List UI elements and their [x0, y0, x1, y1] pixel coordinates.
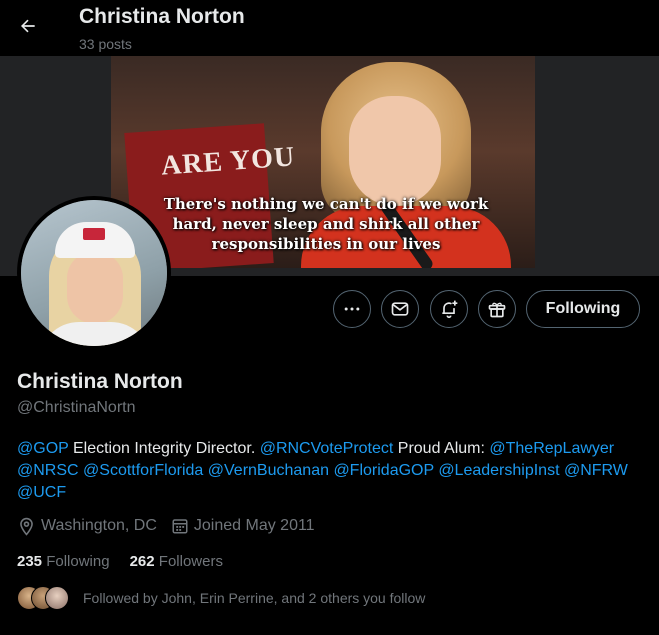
bio-mention[interactable]: @ScottforFlorida — [83, 462, 203, 479]
arrow-left-icon — [21, 19, 35, 33]
more-button[interactable] — [333, 290, 371, 328]
location-pin-icon — [20, 517, 33, 536]
gift-icon — [488, 302, 506, 318]
banner-caption-line: responsibilities in our lives — [211, 235, 441, 253]
following-link[interactable]: 235 Following — [17, 553, 110, 570]
profile-header: Christina Norton 33 posts — [0, 0, 659, 56]
banner-person-face — [349, 96, 441, 206]
notifications-button[interactable] — [430, 290, 468, 328]
followers-label: Followers — [158, 553, 223, 570]
bio-mention[interactable]: @RNCVoteProtect — [260, 440, 394, 457]
profile-avatar[interactable] — [17, 196, 171, 350]
mutual-avatars — [17, 585, 71, 611]
gift-button[interactable] — [478, 290, 516, 328]
bio-text: Election Integrity Director. — [68, 440, 260, 457]
banner-caption: There's nothing we can't do if we work h… — [151, 194, 501, 254]
profile-handle: @ChristinaNortn — [17, 399, 136, 416]
location-item: Washington, DC — [17, 517, 157, 536]
bio-mention[interactable]: @VernBuchanan — [208, 462, 329, 479]
avatar-face — [67, 252, 123, 324]
following-button[interactable]: Following — [526, 290, 640, 328]
profile-meta: Washington, DC Joined May 2011 — [17, 515, 329, 537]
following-label: Following — [46, 553, 110, 570]
location-text: Washington, DC — [41, 517, 157, 534]
followers-you-know[interactable]: Followed by John, Erin Perrine, and 2 ot… — [17, 585, 425, 611]
calendar-icon — [172, 519, 188, 534]
message-button[interactable] — [381, 290, 419, 328]
bio-mention[interactable]: @UCF — [17, 484, 66, 501]
followers-count: 262 — [129, 553, 155, 570]
mutual-avatar — [45, 586, 69, 610]
more-icon — [344, 307, 360, 311]
envelope-icon — [391, 302, 409, 316]
bell-plus-icon — [442, 300, 458, 319]
banner-caption-line: There's nothing we can't do if we work — [163, 195, 489, 213]
followers-link[interactable]: 262 Followers — [130, 553, 223, 570]
post-count: 33 posts — [79, 36, 132, 52]
banner-caption-line: hard, never sleep and shirk all other — [172, 215, 480, 233]
bio-mention[interactable]: @LeadershipInst — [438, 462, 559, 479]
bio-mention[interactable]: @GOP — [17, 440, 69, 457]
joined-item: Joined May 2011 — [171, 517, 315, 535]
banner-image: ARE YOU There's nothing we can't do if w… — [111, 56, 535, 268]
joined-text: Joined May 2011 — [193, 517, 315, 534]
bio-text: Proud Alum: — [393, 440, 490, 457]
back-button[interactable] — [12, 10, 44, 42]
avatar-cap-logo — [83, 228, 105, 240]
following-count: 235 — [17, 553, 43, 570]
followed-by-text[interactable]: Followed by John, Erin Perrine, and 2 ot… — [83, 590, 425, 606]
profile-name: Christina Norton — [17, 370, 183, 393]
bio-mention[interactable]: @TheRepLawyer — [489, 440, 614, 457]
profile-stats: 235 Following 262 Followers — [17, 553, 243, 570]
profile-bio: @GOP Election Integrity Director. @RNCVo… — [17, 438, 647, 504]
bio-mention[interactable]: @NRSC — [17, 462, 79, 479]
bio-mention[interactable]: @NFRW — [564, 462, 628, 479]
header-title: Christina Norton — [79, 5, 245, 28]
bio-mention[interactable]: @FloridaGOP — [333, 462, 433, 479]
